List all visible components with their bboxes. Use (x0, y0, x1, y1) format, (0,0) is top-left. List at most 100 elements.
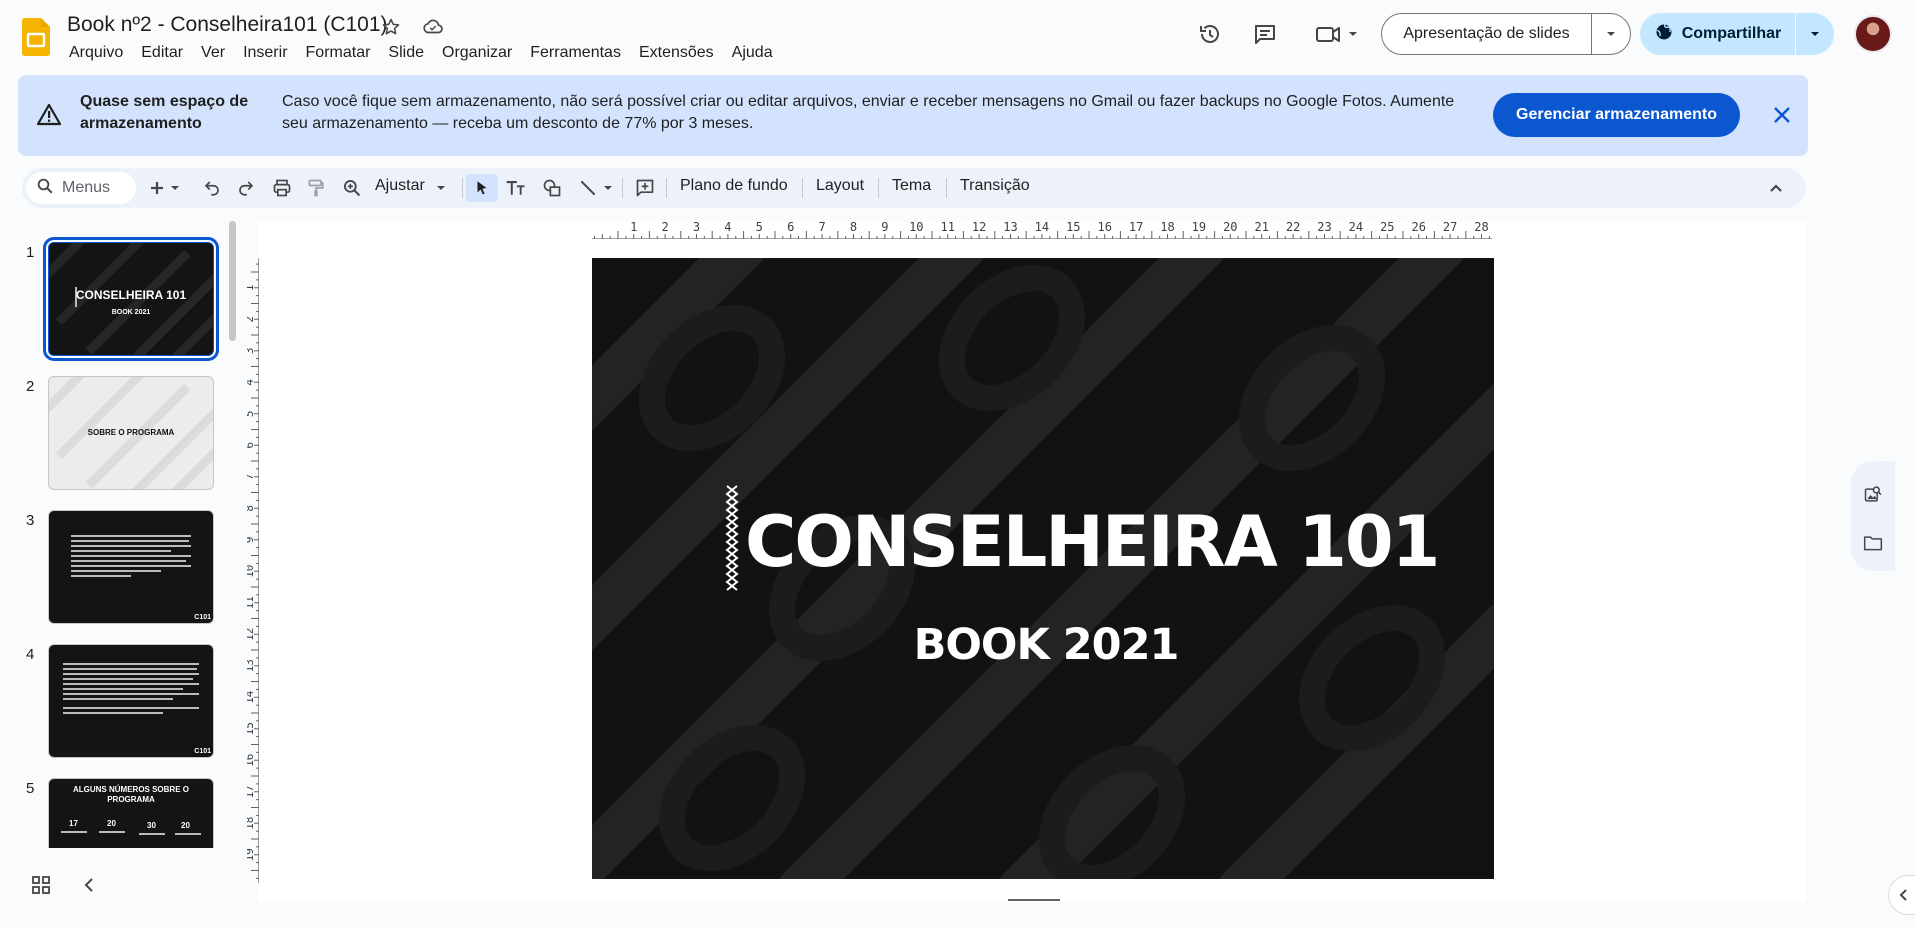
thumb-title: ALGUNS NÚMEROS SOBRE O PROGRAMA (72, 785, 189, 804)
grid-view-icon[interactable] (30, 874, 52, 896)
menu-search[interactable] (26, 172, 136, 204)
folder-icon[interactable] (1861, 531, 1885, 555)
chevron-down-icon[interactable] (433, 174, 449, 202)
version-history-icon[interactable] (1192, 16, 1228, 52)
ruler-tick-label: 12 (972, 221, 986, 234)
shape-icon[interactable] (538, 174, 566, 202)
star-icon[interactable] (378, 14, 404, 40)
slides-logo-icon[interactable] (22, 18, 50, 56)
thumb-stat: 17 (69, 819, 78, 828)
zoom-icon[interactable] (338, 174, 366, 202)
cloud-status-icon[interactable] (420, 14, 446, 40)
chevron-down-icon[interactable] (167, 174, 183, 202)
zoom-select[interactable]: Ajustar (375, 177, 425, 195)
undo-icon[interactable] (198, 174, 226, 202)
select-cursor-icon[interactable] (466, 174, 498, 202)
ruler-tick-label: 6 (787, 221, 794, 234)
layout-button[interactable]: Layout (816, 177, 864, 195)
slide-thumbnail[interactable]: C101 (48, 644, 214, 758)
slideshow-label[interactable]: Apresentação de slides (1382, 14, 1592, 54)
ruler-tick-label: 10 (247, 565, 256, 578)
chevron-down-icon[interactable] (1592, 14, 1630, 54)
paint-format-icon[interactable] (302, 174, 330, 202)
menu-editar[interactable]: Editar (132, 42, 192, 64)
chevron-down-icon[interactable] (600, 174, 616, 202)
menu-arquivo[interactable]: Arquivo (60, 42, 132, 64)
ruler-tick-label: 9 (881, 221, 888, 234)
theme-button[interactable]: Tema (892, 177, 931, 195)
print-icon[interactable] (268, 174, 296, 202)
chevron-up-icon[interactable] (1762, 174, 1790, 202)
close-icon[interactable] (1768, 101, 1796, 129)
search-input[interactable] (62, 179, 132, 197)
slide-thumbnail[interactable]: ALGUNS NÚMEROS SOBRE O PROGRAMA 17 20 30… (48, 778, 214, 848)
menu-slide[interactable]: Slide (379, 42, 433, 64)
horizontal-ruler: 1 2 3 4 5 6 7 8 9 10 11 12 13 14 15 16 17 18 19 20 21 22 23 24 2… (592, 221, 1492, 239)
share-label: Compartilhar (1681, 25, 1782, 42)
background-button[interactable]: Plano de fundo (680, 177, 788, 195)
ruler-tick-label: 5 (756, 221, 763, 234)
manage-storage-button[interactable]: Gerenciar armazenamento (1493, 93, 1740, 137)
ruler-tick-label: 13 (247, 659, 256, 672)
document-title[interactable]: Book nº2 - Conselheira101 (C101) (67, 13, 388, 37)
slide-thumbnail[interactable]: SOBRE O PROGRAMA (48, 376, 214, 490)
ruler-tick-label: 5 (247, 410, 256, 417)
image-search-icon[interactable] (1861, 483, 1885, 507)
toolbar: Ajustar Plano de fundo Layout Tema Trans… (22, 168, 1806, 208)
ruler-tick-label: 18 (247, 817, 256, 830)
ruler-tick-label: 26 (1411, 221, 1425, 234)
slideshow-button[interactable]: Apresentação de slides (1381, 13, 1631, 55)
meet-button[interactable] (1310, 16, 1366, 52)
speaker-notes-handle[interactable] (1008, 899, 1060, 901)
ruler-tick-label: 2 (661, 221, 668, 234)
menu-organizar[interactable]: Organizar (433, 42, 521, 64)
ruler-tick-label: 22 (1286, 221, 1300, 234)
thumb-stat: 20 (107, 819, 116, 828)
filmstrip-scrollbar[interactable] (229, 221, 236, 341)
ruler-tick-label: 21 (1254, 221, 1268, 234)
menu-ver[interactable]: Ver (192, 42, 234, 64)
app-header: Book nº2 - Conselheira101 (C101) Arquivo… (0, 0, 1915, 70)
menu-ajuda[interactable]: Ajuda (723, 42, 782, 64)
ruler-tick-label: 4 (247, 379, 256, 386)
ruler-tick-label: 14 (247, 690, 256, 704)
toolbar-divider (462, 178, 463, 198)
globe-icon (1654, 22, 1674, 47)
transition-button[interactable]: Transição (960, 177, 1030, 195)
menu-inserir[interactable]: Inserir (234, 42, 296, 64)
redo-icon[interactable] (232, 174, 260, 202)
slide-thumbnail[interactable]: C101 (48, 510, 214, 624)
slide-title[interactable]: CONSELHEIRA 101 (745, 501, 1440, 583)
toolbar-divider (666, 178, 667, 198)
toolbar-divider (878, 178, 879, 198)
add-comment-icon[interactable] (631, 174, 659, 202)
ruler-tick-label: 8 (850, 221, 857, 234)
ruler-tick-label: 28 (1474, 221, 1488, 234)
expand-side-panel-icon[interactable] (1888, 875, 1915, 915)
side-panel (1851, 461, 1895, 571)
collapse-filmstrip-icon[interactable] (78, 874, 100, 896)
menu-formatar[interactable]: Formatar (297, 42, 380, 64)
ruler-tick-label: 6 (247, 442, 256, 449)
slide-number: 3 (26, 512, 35, 529)
comments-icon[interactable] (1247, 16, 1283, 52)
menu-extensoes[interactable]: Extensões (630, 42, 723, 64)
thumb-stat: 20 (181, 821, 190, 830)
share-button[interactable]: Compartilhar (1640, 13, 1834, 55)
chevron-down-icon[interactable] (1796, 13, 1834, 55)
menu-ferramentas[interactable]: Ferramentas (521, 42, 630, 64)
slide-subtitle[interactable]: BOOK 2021 (592, 620, 1494, 670)
account-avatar[interactable] (1854, 15, 1892, 53)
text-box-icon[interactable] (502, 174, 530, 202)
ruler-tick-label: 14 (1035, 221, 1049, 234)
slide-thumbnail[interactable]: CONSELHEIRA 101 BOOK 2021 (43, 237, 219, 361)
slide-canvas[interactable]: CONSELHEIRA 101 BOOK 2021 (592, 258, 1494, 879)
ruler-tick-label: 12 (247, 628, 256, 641)
ruler-tick-label: 23 (1317, 221, 1331, 234)
toolbar-divider (946, 178, 947, 198)
line-icon[interactable] (574, 174, 602, 202)
storage-banner: Quase sem espaço de armazenamento Caso v… (18, 75, 1808, 156)
ruler-tick-label: 15 (1066, 221, 1080, 234)
thumb-subtitle: BOOK 2021 (111, 309, 151, 316)
slide-number: 1 (26, 244, 35, 261)
